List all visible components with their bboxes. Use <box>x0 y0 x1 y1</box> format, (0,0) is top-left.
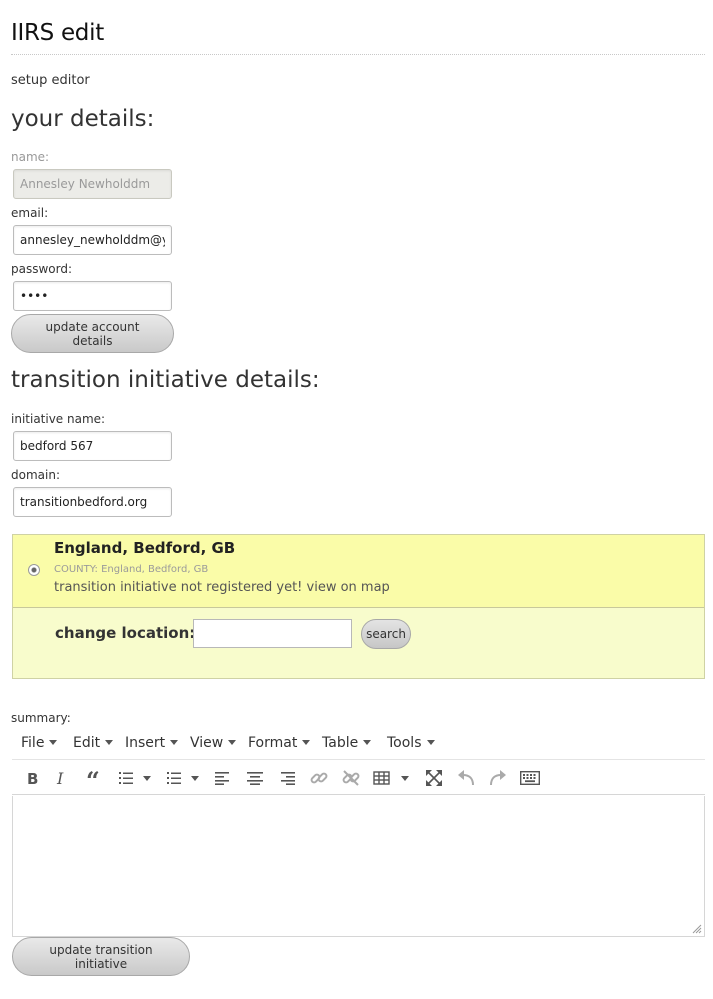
chevron-down-icon <box>105 740 114 745</box>
menu-label: File <box>21 735 45 751</box>
page-subtitle: setup editor <box>11 73 90 88</box>
blockquote-icon[interactable]: “ <box>82 760 108 796</box>
chevron-down-icon <box>49 740 58 745</box>
menu-tools[interactable]: Tools <box>387 735 435 751</box>
password-field[interactable] <box>13 281 172 311</box>
menu-format[interactable]: Format <box>248 735 311 751</box>
numbered-list-icon[interactable] <box>164 760 204 796</box>
location-search-button[interactable]: search <box>361 619 411 649</box>
domain-field[interactable] <box>13 487 172 517</box>
menu-table[interactable]: Table <box>322 735 372 751</box>
menu-view[interactable]: View <box>190 735 237 751</box>
link-icon[interactable] <box>308 760 330 796</box>
resize-handle-icon[interactable] <box>692 924 702 934</box>
menu-label: Format <box>248 735 298 751</box>
align-right-icon[interactable] <box>276 760 298 796</box>
keyboard-icon[interactable] <box>517 760 543 796</box>
undo-icon[interactable] <box>455 760 479 796</box>
summary-editor[interactable] <box>12 796 705 937</box>
initiative-details-heading: transition initiative details: <box>11 367 320 393</box>
table-icon[interactable] <box>370 760 412 796</box>
title-divider <box>11 54 705 55</box>
svg-text:“: “ <box>86 770 100 786</box>
location-status-line: transition initiative not registered yet… <box>54 580 390 595</box>
menu-label: Edit <box>73 735 101 751</box>
chevron-down-icon <box>170 740 179 745</box>
change-location-label: change location: <box>55 624 196 642</box>
location-status: transition initiative not registered yet… <box>54 580 303 595</box>
name-field[interactable] <box>13 169 172 199</box>
menu-edit[interactable]: Edit <box>73 735 114 751</box>
svg-text:B: B <box>27 770 38 786</box>
align-left-icon[interactable] <box>212 760 234 796</box>
menu-label: Tools <box>387 735 422 751</box>
italic-icon[interactable]: I <box>50 760 74 796</box>
update-initiative-button[interactable]: update transition initiative <box>12 937 190 976</box>
name-label: name: <box>11 150 50 164</box>
initiative-name-label: initiative name: <box>11 412 106 426</box>
menu-label: View <box>190 735 224 751</box>
your-details-heading: your details: <box>11 106 155 132</box>
location-search-input[interactable] <box>193 619 352 648</box>
bullet-list-icon[interactable] <box>116 760 156 796</box>
editor-toolbar: B I “ <box>12 759 705 795</box>
chevron-down-icon <box>228 740 237 745</box>
page-title: IIRS edit <box>11 20 104 46</box>
summary-label: summary: <box>11 711 71 725</box>
unlink-icon[interactable] <box>340 760 362 796</box>
email-label: email: <box>11 206 49 220</box>
chevron-down-icon <box>302 740 311 745</box>
menu-file[interactable]: File <box>21 735 58 751</box>
domain-label: domain: <box>11 468 60 482</box>
location-panel: England, Bedford, GB COUNTY: England, Be… <box>12 534 705 679</box>
initiative-name-field[interactable] <box>13 431 172 461</box>
menu-label: Insert <box>125 735 166 751</box>
location-result: England, Bedford, GB COUNTY: England, Be… <box>13 535 704 608</box>
location-radio[interactable] <box>28 564 40 576</box>
email-field[interactable] <box>13 225 172 255</box>
chevron-down-icon <box>426 740 435 745</box>
redo-icon[interactable] <box>485 760 509 796</box>
view-on-map-link[interactable]: view on map <box>307 580 390 595</box>
bold-icon[interactable]: B <box>20 760 44 796</box>
location-county: COUNTY: England, Bedford, GB <box>54 564 209 575</box>
svg-text:I: I <box>56 770 64 786</box>
chevron-down-icon <box>363 740 372 745</box>
align-center-icon[interactable] <box>244 760 266 796</box>
menu-label: Table <box>322 735 359 751</box>
location-place: England, Bedford, GB <box>54 539 236 557</box>
update-account-button[interactable]: update account details <box>11 314 174 353</box>
password-label: password: <box>11 262 73 276</box>
menu-insert[interactable]: Insert <box>125 735 179 751</box>
fullscreen-icon[interactable] <box>422 760 446 796</box>
